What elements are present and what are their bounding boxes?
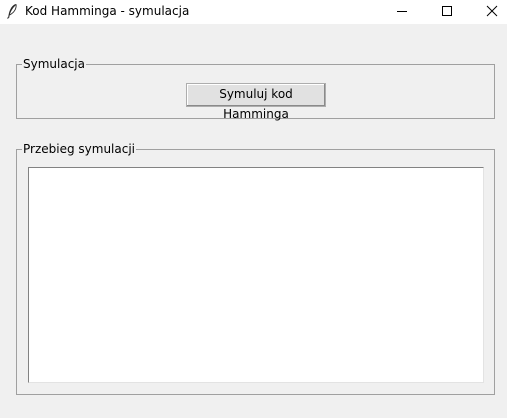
feather-icon [6,3,18,19]
maximize-button[interactable] [425,0,469,22]
simulation-groupbox: Symulacja Symuluj kod Hamminga [16,57,495,121]
maximize-icon [441,5,453,17]
app-window: Kod Hamminga - symulacja Symulacja Symul… [0,0,507,418]
simulation-log-textarea[interactable] [28,167,484,383]
window-title: Kod Hamminga - symulacja [25,4,190,18]
simulation-log-groupbox: Przebieg symulacji [16,142,495,395]
simulate-hamming-button[interactable]: Symuluj kod Hamminga [186,83,326,121]
close-button[interactable] [470,0,507,22]
minimize-icon [396,5,408,17]
close-icon [486,5,498,17]
title-bar[interactable]: Kod Hamminga - symulacja [0,0,507,24]
simulation-log-group-label: Przebieg symulacji [22,142,137,156]
simulation-group-label: Symulacja [22,57,86,71]
minimize-button[interactable] [380,0,424,22]
